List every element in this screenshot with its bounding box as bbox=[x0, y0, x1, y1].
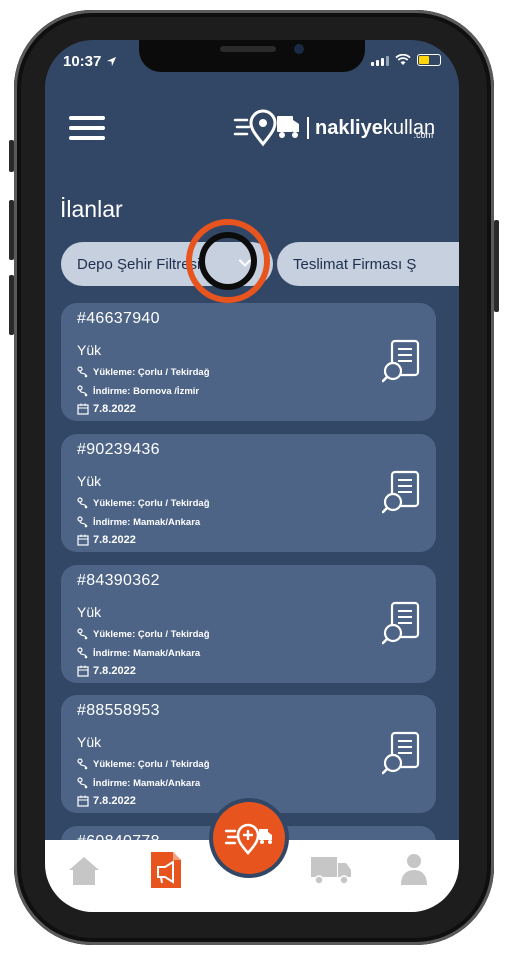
route-icon bbox=[77, 758, 88, 770]
loading-location: Yükleme: Çorlu / Tekirdağ bbox=[77, 366, 210, 378]
document-search-icon[interactable] bbox=[382, 339, 422, 383]
listing-id: #90239436 bbox=[77, 441, 160, 458]
app-logo: nakliyekullan .com bbox=[233, 108, 435, 148]
listing-id: #46637940 bbox=[77, 310, 160, 327]
listing-card[interactable]: #90239436 Yük Yükleme: Çorlu / Tekirdağ … bbox=[61, 434, 436, 552]
menu-bar bbox=[69, 136, 105, 140]
menu-bar bbox=[69, 126, 105, 130]
add-listing-icon bbox=[224, 823, 272, 855]
add-listing-button[interactable] bbox=[213, 802, 285, 874]
route-icon bbox=[77, 366, 88, 378]
power-button bbox=[494, 220, 499, 312]
menu-button[interactable] bbox=[69, 116, 105, 140]
highlight-ring-inner bbox=[199, 232, 257, 290]
unloading-location: İndirme: Mamak/Ankara bbox=[77, 647, 200, 659]
document-search-icon[interactable] bbox=[382, 601, 422, 645]
route-icon bbox=[77, 777, 88, 789]
loading-location: Yükleme: Çorlu / Tekirdağ bbox=[77, 628, 210, 640]
calendar-icon bbox=[77, 534, 89, 546]
truck-icon[interactable] bbox=[309, 854, 353, 886]
highlight-ring bbox=[186, 219, 270, 303]
listing-type: Yük bbox=[77, 342, 102, 358]
cellular-signal-icon bbox=[371, 55, 389, 66]
listing-type: Yük bbox=[77, 473, 102, 489]
route-icon bbox=[77, 647, 88, 659]
route-icon bbox=[77, 628, 88, 640]
unloading-location: İndirme: Bornova /İzmir bbox=[77, 385, 199, 397]
wifi-icon bbox=[395, 54, 411, 65]
route-icon bbox=[77, 497, 88, 509]
document-search-icon[interactable] bbox=[382, 731, 422, 775]
announcement-icon[interactable] bbox=[149, 850, 183, 890]
battery-icon bbox=[417, 54, 441, 66]
teslimat-firmasi-filter[interactable]: Teslimat Firması Ş bbox=[277, 242, 459, 286]
listing-date: 7.8.2022 bbox=[77, 665, 136, 677]
listing-card[interactable]: #88558953 Yük Yükleme: Çorlu / Tekirdağ … bbox=[61, 695, 436, 813]
unloading-location: İndirme: Mamak/Ankara bbox=[77, 777, 200, 789]
app-screen: 10:37 nakliyekullan .com İlanlar Depo Şe… bbox=[45, 40, 459, 912]
listing-id: #88558953 bbox=[77, 702, 160, 719]
listing-type: Yük bbox=[77, 604, 102, 620]
listing-card[interactable]: #84390362 Yük Yükleme: Çorlu / Tekirdağ … bbox=[61, 565, 436, 683]
loading-location: Yükleme: Çorlu / Tekirdağ bbox=[77, 497, 210, 509]
page-title: İlanlar bbox=[60, 196, 123, 222]
location-arrow-icon bbox=[106, 56, 116, 67]
volume-up-button bbox=[9, 200, 14, 260]
status-time: 10:37 bbox=[63, 53, 117, 70]
listing-date: 7.8.2022 bbox=[77, 534, 136, 546]
loading-location: Yükleme: Çorlu / Tekirdağ bbox=[77, 758, 210, 770]
calendar-icon bbox=[77, 665, 89, 677]
calendar-icon bbox=[77, 403, 89, 415]
document-search-icon[interactable] bbox=[382, 470, 422, 514]
mute-switch bbox=[9, 140, 14, 172]
listing-type: Yük bbox=[77, 734, 102, 750]
unloading-location: İndirme: Mamak/Ankara bbox=[77, 516, 200, 528]
menu-bar bbox=[69, 116, 105, 120]
filter-label: Teslimat Firması Ş bbox=[293, 255, 417, 273]
listing-card[interactable]: #46637940 Yük Yükleme: Çorlu / Tekirdağ … bbox=[61, 303, 436, 421]
front-camera bbox=[294, 44, 304, 54]
listing-date: 7.8.2022 bbox=[77, 403, 136, 415]
calendar-icon bbox=[77, 795, 89, 807]
route-icon bbox=[77, 516, 88, 528]
profile-icon[interactable] bbox=[399, 852, 429, 886]
logo-truck-icon bbox=[233, 109, 299, 147]
filter-label: Depo Şehir Filtresi bbox=[77, 255, 201, 273]
logo-domain: .com bbox=[413, 130, 434, 140]
status-icons bbox=[371, 54, 441, 66]
notch bbox=[139, 40, 365, 72]
speaker bbox=[220, 46, 276, 52]
home-icon[interactable] bbox=[67, 854, 101, 888]
volume-down-button bbox=[9, 275, 14, 335]
route-icon bbox=[77, 385, 88, 397]
listing-id: #84390362 bbox=[77, 572, 160, 589]
listing-date: 7.8.2022 bbox=[77, 795, 136, 807]
